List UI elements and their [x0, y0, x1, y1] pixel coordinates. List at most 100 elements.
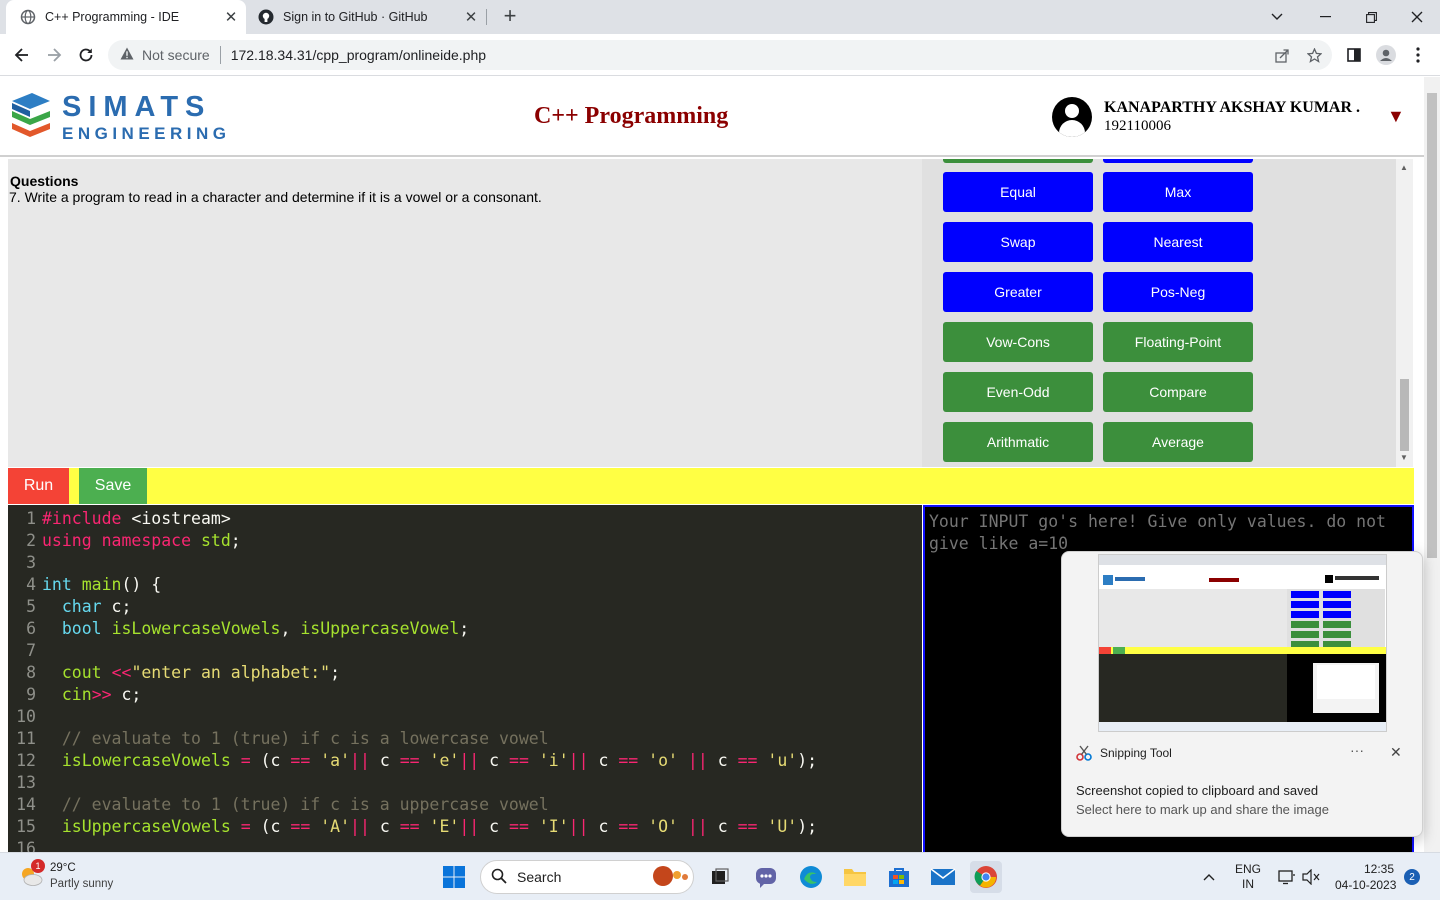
- teams-chat-icon[interactable]: [750, 861, 782, 893]
- address-bar[interactable]: Not secure 172.18.34.31/cpp_program/onli…: [108, 40, 1332, 70]
- code-line: 16: [16, 839, 36, 852]
- code-line: 9 cin>> c;: [26, 685, 142, 704]
- search-highlight-icon: [647, 864, 691, 891]
- restore-icon[interactable]: [1348, 0, 1394, 34]
- buttons-scrollbar[interactable]: ▲ ▼: [1396, 159, 1413, 467]
- profile-icon[interactable]: [1372, 43, 1400, 67]
- reload-icon[interactable]: [74, 43, 98, 67]
- scroll-up-icon[interactable]: ▲: [1400, 163, 1408, 172]
- page-scroll-thumb[interactable]: [1427, 93, 1437, 558]
- program-button-partial[interactable]: [1103, 159, 1253, 163]
- tab-github[interactable]: Sign in to GitHub · GitHub ✕: [246, 0, 486, 34]
- github-icon: [258, 9, 274, 25]
- program-button-average[interactable]: Average: [1103, 422, 1253, 462]
- windows-taskbar: 1 29°C Partly sunny Search ENG IN 12:35 …: [0, 852, 1440, 900]
- tray-overflow-icon[interactable]: [1198, 853, 1220, 901]
- microsoft-store-icon[interactable]: [883, 861, 915, 893]
- logo-text-engineering: ENGINEERING: [62, 124, 231, 143]
- program-button-even-odd[interactable]: Even-Odd: [943, 372, 1093, 412]
- code-line: 12 isLowercaseVowels = (c == 'a'|| c == …: [16, 751, 818, 770]
- forward-icon[interactable]: [42, 43, 66, 67]
- edge-browser-icon[interactable]: [795, 861, 827, 893]
- toast-close-icon[interactable]: ✕: [1390, 744, 1402, 761]
- program-button-vow-cons[interactable]: Vow-Cons: [943, 322, 1093, 362]
- browser-toolbar: Not secure 172.18.34.31/cpp_program/onli…: [0, 34, 1440, 76]
- code-line: 1 #include <iostream>: [26, 509, 231, 528]
- close-tab-icon[interactable]: ✕: [460, 8, 482, 26]
- tab-title: Sign in to GitHub · GitHub: [283, 10, 428, 24]
- user-menu-caret-icon[interactable]: ▼: [1387, 106, 1405, 127]
- program-button-partial[interactable]: [943, 159, 1093, 163]
- windows-start-icon[interactable]: [438, 861, 470, 893]
- url-text[interactable]: 172.18.34.31/cpp_program/onlineide.php: [231, 47, 486, 63]
- program-button-pos-neg[interactable]: Pos-Neg: [1103, 272, 1253, 312]
- network-icon[interactable]: [1276, 853, 1298, 901]
- program-button-greater[interactable]: Greater: [943, 272, 1093, 312]
- run-button[interactable]: Run: [8, 468, 69, 504]
- language-bottom: IN: [1242, 877, 1254, 891]
- program-button-swap[interactable]: Swap: [943, 222, 1093, 262]
- program-button-equal[interactable]: Equal: [943, 172, 1093, 212]
- weather-temperature[interactable]: 29°C: [50, 862, 76, 874]
- clock-time[interactable]: 12:35: [1364, 862, 1394, 876]
- page-scrollbar[interactable]: [1424, 77, 1440, 852]
- window-close-icon[interactable]: [1394, 0, 1440, 34]
- code-line: 8 cout <<"enter an alphabet:";: [26, 663, 341, 682]
- taskbar-search[interactable]: Search: [480, 860, 694, 894]
- search-label: Search: [517, 869, 562, 885]
- task-view-icon[interactable]: [704, 861, 736, 893]
- tab-title: C++ Programming - IDE: [45, 10, 180, 24]
- scroll-down-icon[interactable]: ▼: [1400, 453, 1408, 462]
- program-button-compare[interactable]: Compare: [1103, 372, 1253, 412]
- tab-ide[interactable]: C++ Programming - IDE ✕: [6, 0, 246, 34]
- toast-more-icon[interactable]: ···: [1350, 742, 1364, 758]
- program-button-max[interactable]: Max: [1103, 172, 1253, 212]
- program-button-arithmatic[interactable]: Arithmatic: [943, 422, 1093, 462]
- weather-badge: 1: [31, 859, 45, 873]
- close-tab-icon[interactable]: ✕: [220, 8, 242, 26]
- chrome-icon[interactable]: [970, 861, 1002, 893]
- snipping-tool-notification[interactable]: Snipping Tool ··· ✕ Screenshot copied to…: [1061, 551, 1423, 837]
- toast-app-name: Snipping Tool: [1100, 746, 1172, 760]
- program-buttons-panel: Equal Max Swap Nearest Greater Pos-Neg V…: [922, 159, 1396, 467]
- back-icon[interactable]: [10, 43, 34, 67]
- code-line: 3: [26, 553, 36, 572]
- simats-logo-icon: [8, 91, 54, 143]
- code-line: 4 int main() {: [26, 575, 162, 594]
- volume-muted-icon[interactable]: [1300, 853, 1322, 901]
- share-icon[interactable]: [1268, 40, 1296, 70]
- code-editor[interactable]: 1 #include <iostream> 2 using namespace st…: [8, 505, 922, 852]
- user-id: 192110006: [1104, 118, 1171, 134]
- user-avatar-icon[interactable]: [1052, 97, 1092, 137]
- search-icon: [491, 868, 507, 887]
- security-status[interactable]: Not secure: [142, 47, 210, 63]
- save-button[interactable]: Save: [79, 468, 147, 504]
- file-explorer-icon[interactable]: [839, 861, 871, 893]
- warning-icon: [120, 47, 134, 63]
- star-icon[interactable]: [1300, 40, 1328, 70]
- language-indicator[interactable]: ENG IN: [1232, 853, 1264, 901]
- menu-kebab-icon[interactable]: [1404, 43, 1432, 67]
- side-panel-icon[interactable]: [1340, 43, 1368, 67]
- action-bar: Run Save: [8, 468, 1414, 504]
- clock-date[interactable]: 04-10-2023: [1335, 878, 1396, 892]
- mail-icon[interactable]: [927, 861, 959, 893]
- browser-tab-strip: C++ Programming - IDE ✕ Sign in to GitHu…: [0, 0, 1440, 34]
- minimize-icon[interactable]: [1302, 0, 1348, 34]
- code-line: 14 // evaluate to 1 (true) if c is a upp…: [16, 795, 549, 814]
- code-line: 10: [16, 707, 36, 726]
- screenshot-thumbnail[interactable]: [1098, 554, 1387, 732]
- code-line: 2 using namespace std;: [26, 531, 241, 550]
- questions-panel: Questions 7. Write a program to read in …: [8, 159, 922, 467]
- code-line: 6 bool isLowercaseVowels, isUppercaseVow…: [26, 619, 470, 638]
- scroll-thumb[interactable]: [1400, 379, 1409, 451]
- question-text: 7. Write a program to read in a characte…: [9, 189, 542, 205]
- snipping-tool-icon: [1076, 745, 1092, 761]
- tab-search-icon[interactable]: [1254, 0, 1300, 34]
- code-line: 13: [16, 773, 36, 792]
- new-tab-button[interactable]: +: [498, 5, 522, 29]
- program-button-nearest[interactable]: Nearest: [1103, 222, 1253, 262]
- weather-description[interactable]: Partly sunny: [50, 878, 113, 890]
- program-button-floating-point[interactable]: Floating-Point: [1103, 322, 1253, 362]
- notification-badge[interactable]: 2: [1404, 869, 1420, 885]
